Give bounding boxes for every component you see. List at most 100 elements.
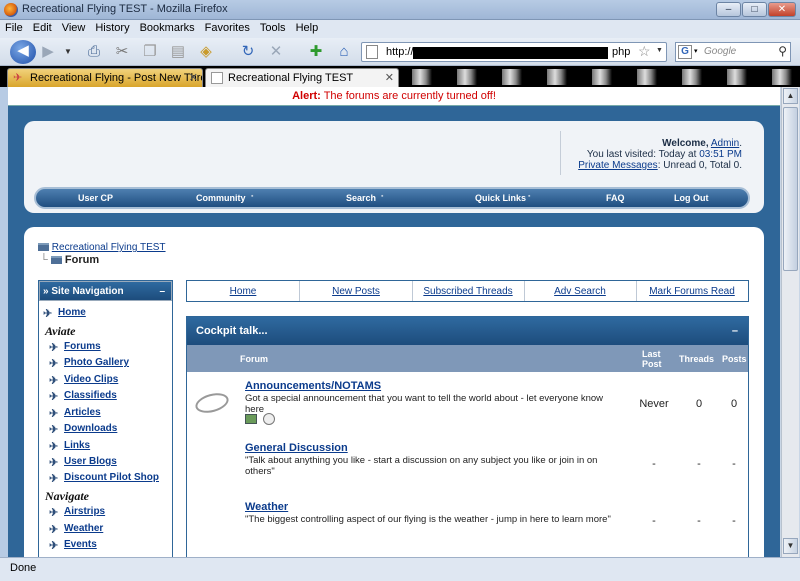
breadcrumb-site-link[interactable]: Recreational Flying TEST <box>52 242 166 253</box>
sidebar-item-downloads[interactable]: ✈ Downloads <box>49 423 118 436</box>
forum-threads: - <box>697 515 701 527</box>
nav-search[interactable]: Search <box>346 193 376 203</box>
menu-tools[interactable]: Tools <box>255 20 291 36</box>
nav-log-out[interactable]: Log Out <box>674 193 709 203</box>
sidebar-item-forums[interactable]: ✈ Forums <box>49 341 101 354</box>
last-visited-time: 03:51 PM <box>699 149 742 160</box>
scroll-thumb[interactable] <box>783 107 798 271</box>
nav-community[interactable]: Community <box>196 193 246 203</box>
google-icon[interactable]: G <box>678 45 692 59</box>
quicklink-home[interactable]: Home <box>187 286 299 297</box>
print-icon[interactable]: ⎙ <box>84 42 104 62</box>
sidebar-item-label: Downloads <box>64 423 118 435</box>
paste-icon[interactable]: ▤ <box>168 42 188 62</box>
search-dropdown-icon[interactable]: ▪ <box>381 193 383 200</box>
forum-column-header: Forum Last Post Threads Posts <box>187 345 748 372</box>
rss-icon <box>263 413 275 425</box>
sidebar-item-discount-pilot-shop[interactable]: ✈ Discount Pilot Shop <box>49 472 159 485</box>
collapse-icon[interactable]: – <box>732 317 738 345</box>
last-visited-label: You last visited: Today at <box>586 149 697 160</box>
sidebar-section-navigate: Navigate <box>45 489 89 503</box>
collapse-icon[interactable]: – <box>159 282 165 302</box>
sidebar-item-home[interactable]: ✈ Home <box>43 307 86 320</box>
sidebar-item-label: Airstrips <box>64 506 106 518</box>
forum-posts: 0 <box>730 398 738 410</box>
minimize-button[interactable]: – <box>716 2 741 17</box>
private-messages-link[interactable]: Private Messages <box>578 160 657 171</box>
welcome-greeting: Welcome, <box>662 138 709 149</box>
breadcrumb: Recreational Flying TEST └ Forum <box>38 242 166 266</box>
tab-page-icon <box>211 72 223 84</box>
sidebar-item-weather[interactable]: ✈ Weather <box>49 523 104 536</box>
menu-file[interactable]: File <box>0 20 28 36</box>
nav-quick-links[interactable]: Quick Links <box>475 193 526 203</box>
sidebar-item-links[interactable]: ✈ Links <box>49 440 90 453</box>
maximize-button[interactable]: □ <box>742 2 767 17</box>
breadcrumb-current: Forum <box>64 254 100 266</box>
forum-last-post: - <box>652 515 656 527</box>
forum-category: Cockpit talk... – Forum Last Post Thread… <box>186 316 749 560</box>
quicklink-subscribed-threads[interactable]: Subscribed Threads <box>412 286 524 297</box>
forum-title-link[interactable]: General Discussion <box>245 442 348 454</box>
menu-edit[interactable]: Edit <box>28 20 57 36</box>
nav-faq[interactable]: FAQ <box>606 193 625 203</box>
sidebar-item-user-blogs[interactable]: ✈ User Blogs <box>49 456 117 469</box>
username-link[interactable]: Admin <box>711 138 739 149</box>
nav-user-cp[interactable]: User CP <box>78 193 113 203</box>
quick-links-dropdown-icon[interactable]: ▪ <box>528 193 530 200</box>
window-titlebar: Recreational Flying TEST - Mozilla Firef… <box>0 0 800 20</box>
scroll-up-icon[interactable]: ▲ <box>783 88 798 104</box>
menu-favorites[interactable]: Favorites <box>200 20 255 36</box>
sidebar-section-aviate: Aviate <box>45 324 76 338</box>
sidebar-item-video-clips[interactable]: ✈ Video Clips <box>49 374 118 387</box>
home-icon[interactable]: ⌂ <box>334 42 354 62</box>
tab-post-new-thread[interactable]: ✈ Recreational Flying - Post New Thre...… <box>7 68 203 87</box>
quicklink-adv-search[interactable]: Adv Search <box>524 286 636 297</box>
sidebar-item-photo-gallery[interactable]: ✈ Photo Gallery <box>49 357 129 370</box>
community-dropdown-icon[interactable]: ▪ <box>251 193 253 200</box>
cut-icon[interactable]: ✂ <box>112 42 132 62</box>
status-bar: Done <box>0 557 800 581</box>
bookmark-star-icon[interactable]: ☆ <box>638 43 651 60</box>
menu-bar: File Edit View History Bookmarks Favorites Too… <box>0 20 800 38</box>
tab-close-icon[interactable]: ✕ <box>189 71 198 84</box>
tab-recreational-flying-test[interactable]: Recreational Flying TEST ✕ <box>205 68 399 87</box>
close-window-button[interactable]: ✕ <box>768 2 796 17</box>
tab-favicon-icon: ✈ <box>13 72 23 84</box>
sidebar-item-classifieds[interactable]: ✈ Classifieds <box>49 390 117 403</box>
sidebar-item-airstrips[interactable]: ✈ Airstrips <box>49 506 106 519</box>
menu-view[interactable]: View <box>57 20 91 36</box>
quicklink-mark-forums-read[interactable]: Mark Forums Read <box>636 286 748 297</box>
bookmark-tag-icon[interactable]: ◈ <box>196 42 216 62</box>
quicklink-new-posts[interactable]: New Posts <box>300 286 412 297</box>
menu-history[interactable]: History <box>90 20 134 36</box>
forum-description: "The biggest controlling aspect of our f… <box>245 514 611 525</box>
copy-icon[interactable]: ❐ <box>140 42 160 62</box>
airplane-icon: ✈ <box>49 441 59 453</box>
engine-dropdown-icon[interactable]: ▾ <box>694 47 698 55</box>
sidebar-item-articles[interactable]: ✈ Articles <box>49 407 101 420</box>
url-dropdown-icon[interactable]: ▼ <box>656 47 663 54</box>
reload-icon[interactable]: ↻ <box>238 42 258 62</box>
address-bar[interactable]: http://www. php ☆ ▼ <box>361 42 667 62</box>
forum-title-link[interactable]: Announcements/NOTAMS <box>245 380 381 392</box>
new-tab-plus-icon[interactable]: ✚ <box>306 42 326 62</box>
search-icon[interactable]: ⚲ <box>778 44 787 58</box>
menu-help[interactable]: Help <box>291 20 324 36</box>
sidebar-item-events[interactable]: ✈ Events <box>49 539 97 552</box>
search-placeholder: Google <box>704 46 737 57</box>
forward-icon[interactable]: ▶ <box>38 42 58 62</box>
search-box[interactable]: G ▾ Google ⚲ <box>675 42 791 62</box>
address-suffix: php <box>612 46 631 58</box>
scroll-down-icon[interactable]: ▼ <box>783 538 798 554</box>
airplane-icon: ✈ <box>49 342 59 354</box>
stop-icon[interactable]: ✕ <box>266 42 286 62</box>
menu-bookmarks[interactable]: Bookmarks <box>135 20 200 36</box>
sidebar-item-label: Weather <box>64 523 104 535</box>
category-title[interactable]: Cockpit talk... <box>196 325 268 337</box>
tab-close-icon[interactable]: ✕ <box>385 71 394 84</box>
page-scrollbar[interactable]: ▲ ▼ <box>781 87 799 557</box>
history-dropdown-icon[interactable]: ▼ <box>58 42 78 62</box>
forum-title-link[interactable]: Weather <box>245 501 288 513</box>
back-icon[interactable]: ◀ <box>10 40 36 64</box>
